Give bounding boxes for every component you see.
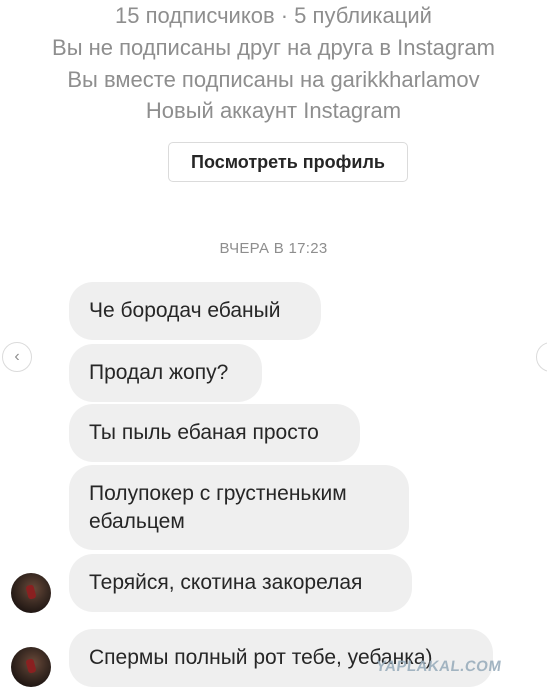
avatar-image (25, 658, 37, 674)
message-bubble[interactable]: Полупокер с грустненьким ебальцем (69, 465, 409, 550)
sender-avatar[interactable] (11, 647, 51, 687)
message-timestamp: ВЧЕРА В 17:23 (219, 240, 328, 257)
mutual-follow: Вы вместе подписаны на garikkharlamov (67, 67, 480, 92)
profile-stats: 15 подписчиков · 5 публикаций (115, 3, 432, 28)
message-bubble[interactable]: Продал жопу? (69, 344, 262, 402)
chevron-right-icon[interactable]: › (536, 342, 547, 372)
chat-screen: 15 подписчиков · 5 публикаций Вы не подп… (0, 0, 547, 698)
account-note: Новый аккаунт Instagram (145, 98, 402, 123)
chevron-left-icon[interactable]: ‹ (2, 342, 32, 372)
avatar-image (25, 584, 37, 600)
watermark: YAPLAKAL.COM (374, 658, 503, 675)
message-bubble[interactable]: Ты пыль ебаная просто (69, 404, 360, 462)
message-bubble[interactable]: Че бородач ебаный (69, 282, 321, 340)
message-bubble[interactable]: Теряйся, скотина закорелая (69, 554, 412, 612)
follow-status: Вы не подписаны друг на друга в Instagra… (52, 35, 495, 60)
sender-avatar[interactable] (11, 573, 51, 613)
view-profile-button[interactable]: Посмотреть профиль (168, 142, 408, 182)
